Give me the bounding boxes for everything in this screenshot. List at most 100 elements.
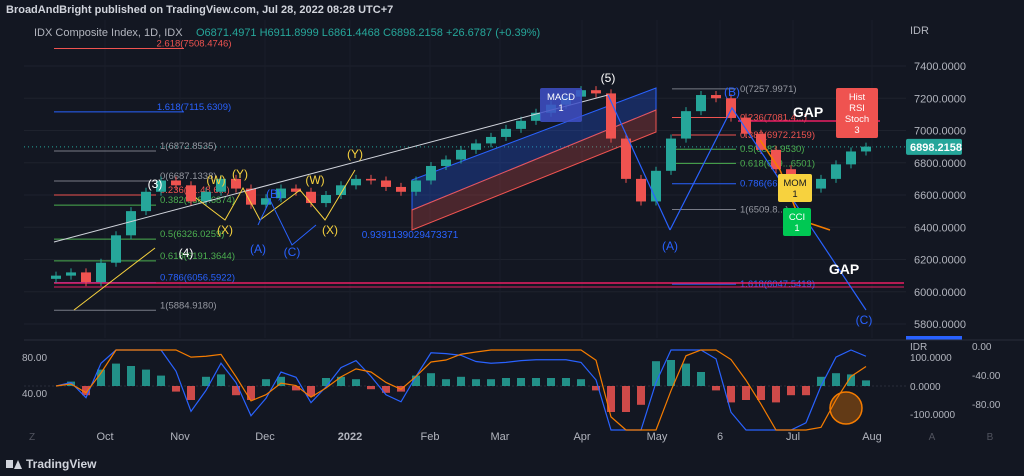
- rsi-tick-label: -80.00: [972, 400, 1001, 411]
- candle-body: [171, 180, 181, 186]
- time-tick-label: Aug: [862, 431, 882, 443]
- macd-histogram-bar: [787, 386, 795, 396]
- wave-label: (W): [206, 173, 225, 187]
- time-tick-label: 2022: [338, 431, 362, 443]
- macd-histogram-bar: [682, 363, 690, 386]
- fib-level-label: 1(6872.8535): [160, 141, 217, 152]
- macd-signal-text: MACD: [547, 92, 575, 103]
- ohlc-legend: O6871.4971 H6911.8999 L6861.4468 C6898.2…: [196, 27, 540, 39]
- fib-level-label: 0.382(6972.2159): [740, 130, 815, 141]
- price-chart[interactable]: 2.618(7508.4746) 1.618(7115.6309) 1(6872.8…: [0, 20, 1024, 452]
- fib-level-label: 0(7257.9971): [740, 84, 797, 95]
- candle-body: [861, 146, 871, 152]
- candle-body: [501, 128, 511, 137]
- candle-body: [636, 178, 646, 202]
- macd-histogram-bar: [322, 378, 330, 386]
- macd-histogram-bar: [112, 363, 120, 386]
- macd-signal-text: 1: [558, 103, 563, 114]
- candle-body: [126, 211, 136, 236]
- macd-histogram-bar: [502, 378, 510, 386]
- macd-histogram-bar: [622, 386, 630, 412]
- time-tick-label: Oct: [96, 431, 113, 443]
- macd-histogram-bar: [172, 386, 180, 392]
- candle-body: [111, 235, 121, 263]
- candle-body: [201, 191, 211, 202]
- fib-level-label: 1.618(6047.5419): [740, 279, 815, 290]
- macd-histogram-bar: [457, 376, 465, 386]
- wave-label: (Y): [232, 167, 248, 181]
- macd-histogram-bar: [667, 360, 675, 386]
- macd-histogram-bar: [217, 374, 225, 386]
- candle-body: [381, 180, 391, 187]
- macd-tick-label: 80.00: [22, 353, 47, 364]
- macd-histogram-bar: [187, 386, 195, 400]
- cci-signal-text: 1: [794, 223, 799, 234]
- time-tick-label: May: [647, 431, 668, 443]
- footer: TradingView: [0, 452, 1024, 476]
- price-axis[interactable]: 7400.0000 7200.0000 7000.0000 6800.0000 6600…: [906, 61, 966, 340]
- osc-tick-label: 0.0000: [910, 382, 941, 393]
- wave-label: (Y): [347, 147, 363, 161]
- candle-body: [186, 185, 196, 202]
- axis-button: B: [987, 432, 994, 443]
- price-tick-label: 7000.0000: [914, 126, 966, 138]
- mom-signal-text: 1: [792, 189, 797, 200]
- candle-body: [351, 178, 361, 186]
- time-axis[interactable]: Oct Nov Dec 2022 Feb Mar Apr May 6 Jul Aug Z A B: [29, 431, 994, 443]
- macd-histogram-bar: [547, 378, 555, 386]
- candle-body: [51, 275, 61, 279]
- hist-signal-text: 3: [854, 125, 859, 136]
- macd-histogram-bar: [472, 379, 480, 386]
- macd-histogram-bar: [427, 373, 435, 386]
- candle-body: [321, 195, 331, 204]
- fib-level-label: 1(6509.8...): [740, 205, 789, 216]
- candle-body: [366, 178, 376, 181]
- macd-histogram-bar: [127, 366, 135, 386]
- candle-body: [831, 164, 841, 179]
- macd-histogram-bar: [487, 379, 495, 386]
- price-tick-label: 6000.0000: [914, 287, 966, 299]
- macd-histogram-bar: [637, 386, 645, 405]
- tradingview-logo-icon: [6, 458, 22, 470]
- macd-histogram-bar: [262, 379, 270, 386]
- time-tick-label: Feb: [421, 431, 440, 443]
- rsi-tick-label: -40.00: [972, 371, 1001, 382]
- candle-body: [651, 170, 661, 202]
- candle-body: [846, 151, 856, 165]
- price-tick-label: 6400.0000: [914, 222, 966, 234]
- fib-level-label: 0.5(6326.0259): [160, 229, 224, 240]
- tradingview-brand: TradingView: [26, 457, 97, 471]
- candle-body: [456, 149, 466, 160]
- candle-body: [96, 262, 106, 283]
- time-tick-label: Apr: [573, 431, 590, 443]
- currency-label: IDR: [910, 25, 929, 37]
- macd-histogram-bar: [862, 380, 870, 386]
- mom-signal-text: MOM: [783, 178, 806, 189]
- macd-histogram-bar: [832, 373, 840, 386]
- current-price-label: 6898.2158: [910, 142, 962, 154]
- candle-body: [306, 191, 316, 204]
- candle-body: [621, 138, 631, 179]
- candle-body: [141, 191, 151, 212]
- price-tick-label: 7400.0000: [914, 61, 966, 73]
- candle-body: [741, 117, 751, 134]
- candle-body: [81, 272, 91, 283]
- time-tick-label: Dec: [255, 431, 275, 443]
- axis-button: Z: [29, 432, 35, 443]
- candle-body: [426, 165, 436, 181]
- price-tick-label: 6800.0000: [914, 158, 966, 170]
- fib-level-label: 0.618(6191.3644): [160, 251, 235, 262]
- macd-histogram-bar: [802, 386, 810, 396]
- candle-body: [681, 111, 691, 139]
- axis-button: A: [929, 432, 936, 443]
- price-axis-marker: [906, 336, 962, 340]
- wave-label: (C): [284, 245, 301, 259]
- time-tick-label: 6: [717, 431, 723, 443]
- highlight-circle: [829, 391, 863, 425]
- macd-histogram-bar: [142, 369, 150, 386]
- fib-level-label: 2.618(7508.4746): [156, 39, 231, 50]
- macd-histogram-bar: [742, 386, 750, 400]
- wave-label: (X): [217, 223, 233, 237]
- candle-body: [486, 136, 496, 144]
- macd-pane[interactable]: 80.00 40.00 IDR100.0000 0.0000 -100.0000 0.00…: [22, 342, 1001, 431]
